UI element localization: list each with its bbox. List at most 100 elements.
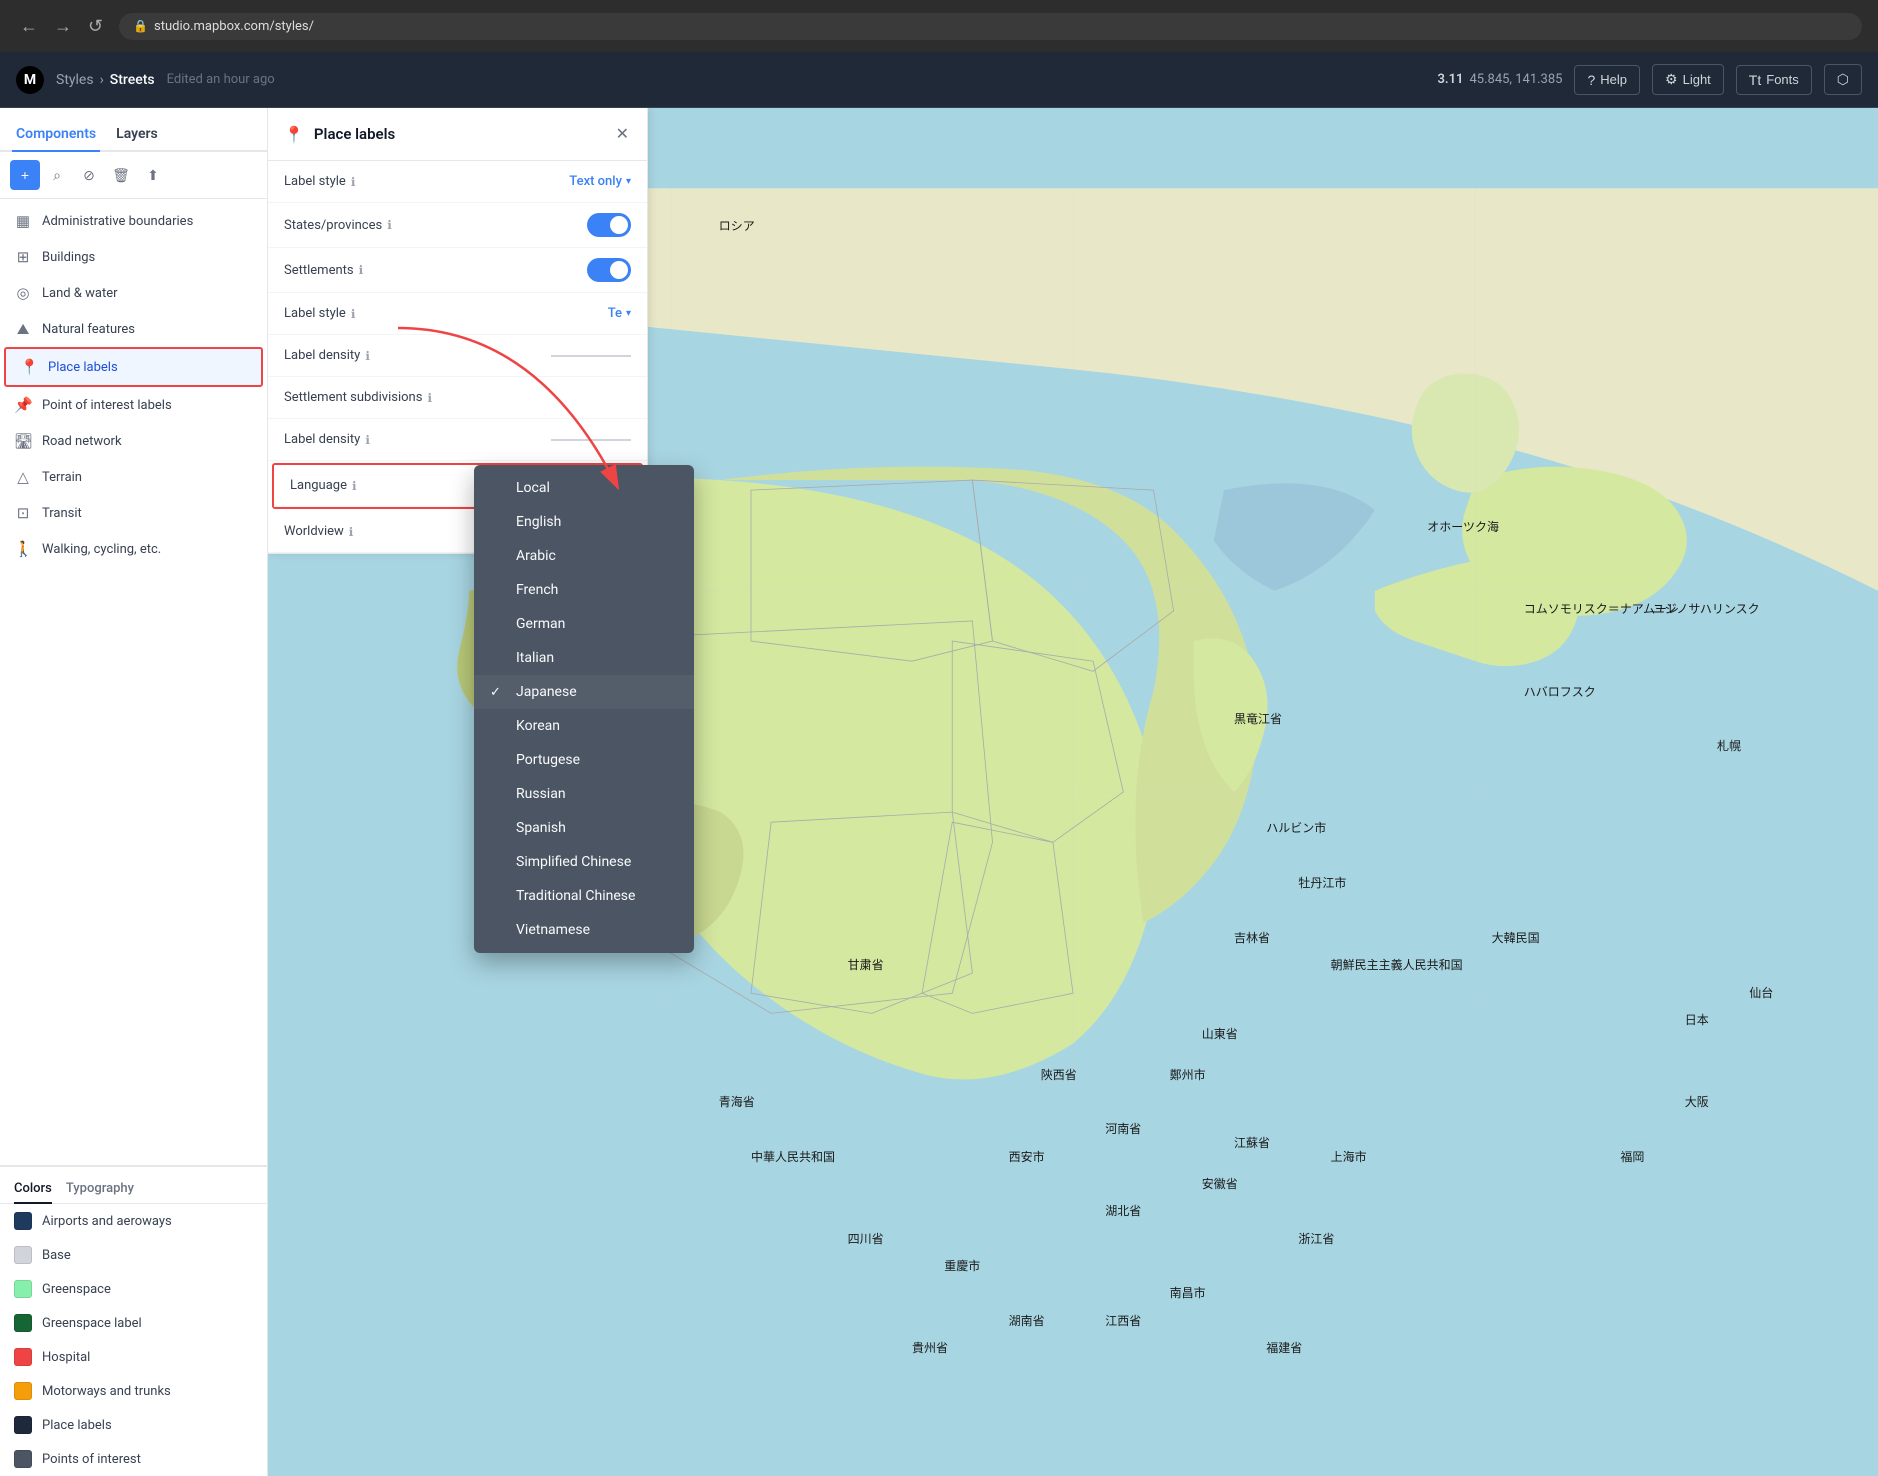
url-text: studio.mapbox.com/styles/: [154, 19, 314, 34]
search-layer-button[interactable]: ⌕: [42, 160, 72, 190]
road-network-label: Road network: [42, 434, 122, 449]
dropdown-item-arabic[interactable]: Arabic: [474, 539, 694, 573]
colors-tab-typography[interactable]: Typography: [66, 1175, 134, 1204]
sidebar-item-natural-features[interactable]: ⛰Natural features: [0, 311, 267, 347]
dropdown-item-portugese[interactable]: Portugese: [474, 743, 694, 777]
dropdown-item-english[interactable]: English: [474, 505, 694, 539]
sidebar-item-poi-labels[interactable]: 📌Point of interest labels: [0, 387, 267, 423]
language-dropdown[interactable]: LocalEnglishArabic French GermanItalian✓Ja…: [474, 465, 694, 953]
dropdown-item-russian[interactable]: Russian: [474, 777, 694, 811]
language-label: Language ℹ: [290, 478, 357, 493]
settlement-label-style-value[interactable]: Te ▾: [608, 306, 631, 321]
label-style-info-icon[interactable]: ℹ: [351, 175, 356, 189]
place-labels-icon: 📍: [20, 358, 38, 376]
admin-boundaries-label: Administrative boundaries: [42, 214, 193, 229]
poi-labels-label: Point of interest labels: [42, 398, 172, 413]
settlement-label-style-info-icon[interactable]: ℹ: [351, 307, 356, 321]
terrain-icon: △: [14, 468, 32, 486]
browser-navigation[interactable]: ← → ↺: [16, 12, 107, 41]
settlement-label-style-label: Label style ℹ: [284, 306, 355, 321]
dropdown-item-french[interactable]: French: [474, 573, 694, 607]
share-button[interactable]: ⬡: [1824, 64, 1862, 95]
main-layout: Components Layers + ⌕ ⊘ 🗑 ⬆ ▦Administrat…: [0, 108, 1878, 1476]
breadcrumb-current: Streets: [110, 72, 155, 88]
color-item-greenspace[interactable]: Greenspace: [0, 1272, 267, 1306]
language-info-icon[interactable]: ℹ: [352, 479, 357, 493]
forward-button[interactable]: →: [50, 12, 76, 41]
map-area: ロシアオホーツク海コムソモリスク＝ナアムーレハバロフスクユジノサハリンスク黒竜江…: [268, 108, 1878, 1476]
label-density-info-icon[interactable]: ℹ: [365, 349, 370, 363]
color-item-greenspace-label[interactable]: Greenspace label: [0, 1306, 267, 1340]
subdiv-density-info-icon[interactable]: ℹ: [365, 433, 370, 447]
color-label-greenspace: Greenspace: [42, 1282, 111, 1297]
worldview-info-icon[interactable]: ℹ: [349, 525, 354, 539]
breadcrumb-separator: ›: [100, 72, 104, 88]
panel-close-button[interactable]: ✕: [614, 122, 631, 146]
sidebar-item-admin-boundaries[interactable]: ▦Administrative boundaries: [0, 203, 267, 239]
colors-section: Colors Typography Airports and aerowaysB…: [0, 1165, 267, 1476]
dropdown-item-vietnamese[interactable]: Vietnamese: [474, 913, 694, 947]
fonts-button[interactable]: Tt Fonts: [1736, 65, 1812, 95]
subdiv-density-slider[interactable]: [551, 439, 631, 441]
label-density-slider[interactable]: [551, 355, 631, 357]
back-button[interactable]: ←: [16, 12, 42, 41]
layer-list: ▦Administrative boundaries⊞Buildings◎Lan…: [0, 199, 267, 1165]
sidebar-item-place-labels[interactable]: 📍Place labels: [4, 347, 263, 387]
color-item-base[interactable]: Base: [0, 1238, 267, 1272]
dropdown-item-korean[interactable]: Korean: [474, 709, 694, 743]
sidebar-item-transit[interactable]: ⊡Transit: [0, 495, 267, 531]
states-provinces-toggle[interactable]: [587, 213, 631, 237]
reload-button[interactable]: ↺: [84, 12, 107, 41]
walking-cycling-label: Walking, cycling, etc.: [42, 542, 161, 557]
sidebar-toolbar: + ⌕ ⊘ 🗑 ⬆: [0, 152, 267, 199]
add-layer-button[interactable]: +: [10, 160, 40, 190]
breadcrumb-parent[interactable]: Styles: [56, 72, 94, 88]
color-item-airports[interactable]: Airports and aeroways: [0, 1204, 267, 1238]
upload-layer-button[interactable]: ⬆: [138, 160, 168, 190]
address-bar[interactable]: 🔒 studio.mapbox.com/styles/: [119, 13, 1862, 40]
edited-time: Edited an hour ago: [167, 72, 275, 87]
dropdown-label-french: French: [516, 582, 678, 598]
light-button[interactable]: ⚙ Light: [1652, 64, 1724, 95]
dropdown-item-local[interactable]: Local: [474, 471, 694, 505]
sidebar-item-buildings[interactable]: ⊞Buildings: [0, 239, 267, 275]
dropdown-label-portugese: Portugese: [516, 752, 678, 768]
states-info-icon[interactable]: ℹ: [387, 218, 392, 232]
color-swatch-motorways: [14, 1382, 32, 1400]
settlements-row: Settlements ℹ: [268, 248, 647, 293]
color-label-place-labels-color: Place labels: [42, 1418, 112, 1433]
filter-layer-button[interactable]: ⊘: [74, 160, 104, 190]
worldview-label: Worldview ℹ: [284, 524, 353, 539]
dropdown-label-russian: Russian: [516, 786, 678, 802]
panel-header: 📍 Place labels ✕: [268, 108, 647, 161]
label-style-value[interactable]: Text only ▾: [569, 174, 631, 189]
settlement-subdivisions-label: Settlement subdivisions ℹ: [284, 390, 432, 405]
delete-layer-button[interactable]: 🗑: [106, 160, 136, 190]
settlements-info-icon[interactable]: ℹ: [359, 263, 364, 277]
dropdown-item-german[interactable]: German: [474, 607, 694, 641]
colors-tab-colors[interactable]: Colors: [14, 1175, 52, 1204]
sidebar-item-land-water[interactable]: ◎Land & water: [0, 275, 267, 311]
dropdown-item-simplified-chinese[interactable]: Simplified Chinese: [474, 845, 694, 879]
color-item-motorways[interactable]: Motorways and trunks: [0, 1374, 267, 1408]
color-swatch-greenspace: [14, 1280, 32, 1298]
tab-components[interactable]: Components: [12, 118, 100, 152]
help-button[interactable]: ? Help: [1574, 65, 1640, 95]
subdiv-label-density-label: Label density ℹ: [284, 432, 370, 447]
settlements-toggle[interactable]: [587, 258, 631, 282]
dropdown-item-spanish[interactable]: Spanish: [474, 811, 694, 845]
dropdown-label-traditional-chinese: Traditional Chinese: [516, 888, 678, 904]
dropdown-item-japanese[interactable]: ✓Japanese: [474, 675, 694, 709]
color-item-place-labels-color[interactable]: Place labels: [0, 1408, 267, 1442]
dropdown-item-traditional-chinese[interactable]: Traditional Chinese: [474, 879, 694, 913]
dropdown-item-italian[interactable]: Italian: [474, 641, 694, 675]
color-item-hospital[interactable]: Hospital: [0, 1340, 267, 1374]
tab-layers[interactable]: Layers: [112, 118, 162, 152]
label-density-row: Label density ℹ: [268, 335, 647, 377]
color-item-poi[interactable]: Points of interest: [0, 1442, 267, 1476]
app-header: M Styles › Streets Edited an hour ago 3.…: [0, 52, 1878, 108]
subdivisions-info-icon[interactable]: ℹ: [427, 391, 432, 405]
sidebar-item-road-network[interactable]: 🛣Road network: [0, 423, 267, 459]
sidebar-item-terrain[interactable]: △Terrain: [0, 459, 267, 495]
sidebar-item-walking-cycling[interactable]: 🚶Walking, cycling, etc.: [0, 531, 267, 567]
